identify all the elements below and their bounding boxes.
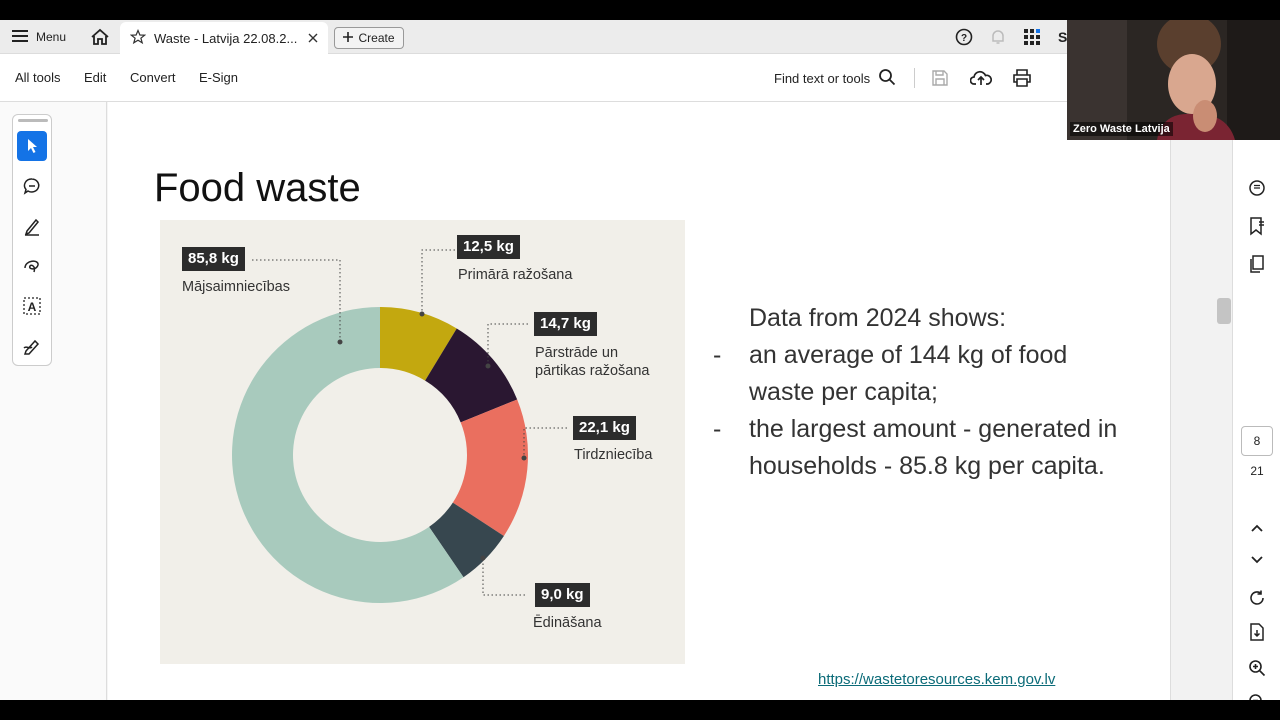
bullet-dash: - [713,341,722,369]
esign-menu[interactable]: E-Sign [199,70,238,85]
slide-body-text: Data from 2024 shows: - an average of 14… [713,300,1133,485]
hamburger-icon [12,29,28,46]
document-tab[interactable]: Waste - Latvija 22.08.2... [120,22,328,54]
source-link[interactable]: https://wastetoresources.kem.gov.lv [818,671,1055,688]
leader-line-catering [482,558,525,596]
quick-tools-panel: A [12,114,52,366]
bookmark-icon[interactable] [1245,214,1269,238]
scrollbar-thumb[interactable] [1217,298,1231,324]
slice-label-processing-line1: Pārstrāde un [535,345,619,361]
comment-panel-icon[interactable] [1245,176,1269,200]
bullet-text: an average of 144 kg of food waste per c… [749,341,1068,406]
bullet-item: - an average of 144 kg of food waste per… [713,337,1133,411]
leader-line-primary [421,249,455,314]
slice-value-households: 85,8 kg [182,247,245,271]
slide-title: Food waste [154,166,361,210]
leader-line-processing [487,323,528,366]
search-icon [878,68,896,89]
leader-line-retail [523,427,567,458]
slice-label-catering: Ēdināšana [533,615,602,631]
create-button[interactable]: Create [334,27,404,49]
apps-grid-icon[interactable] [1020,26,1044,48]
left-tool-rail: A [0,102,107,700]
select-cursor-icon[interactable] [17,131,47,161]
edit-menu[interactable]: Edit [84,70,106,85]
chevron-down-icon[interactable] [1245,548,1269,572]
leader-dot-retail [521,455,527,461]
slice-value-processing: 14,7 kg [534,312,597,336]
bullet-item: - the largest amount - generated in hous… [713,411,1133,485]
zoom-out-icon[interactable] [1245,690,1269,700]
current-page-input[interactable]: 8 [1241,426,1273,456]
document-page: Food waste 85,8 kg Mājsaimniecības 12,5 … [108,102,1170,700]
bullet-dash: - [713,415,722,443]
save-document-icon[interactable] [1245,620,1269,644]
bullet-text: the largest amount - generated in househ… [749,415,1118,480]
drag-handle[interactable] [18,119,48,122]
help-icon[interactable]: ? [952,26,976,48]
total-pages: 21 [1250,464,1264,478]
bell-icon[interactable] [986,26,1010,48]
svg-text:?: ? [961,33,967,44]
right-tool-rail: 8 21 [1232,102,1280,700]
participant-name: Zero Waste Latvija [1070,122,1173,136]
menu-label: Menu [36,30,67,44]
refresh-icon[interactable] [1245,586,1269,610]
svg-text:A: A [28,300,37,314]
toolbar-divider [914,68,915,88]
close-icon[interactable] [308,31,318,46]
highlight-pen-icon[interactable] [17,211,47,241]
video-call-thumbnail[interactable]: Zero Waste Latvija [1067,20,1280,140]
find-label: Find text or tools [774,71,871,86]
user-initial[interactable]: S [1058,29,1067,45]
zoom-in-icon[interactable] [1245,656,1269,680]
draw-freehand-icon[interactable] [17,251,47,281]
upload-cloud-icon[interactable] [969,66,993,90]
slice-label-retail: Tirdzniecība [574,447,653,463]
slice-value-primary: 12,5 kg [457,235,520,259]
slice-value-retail: 22,1 kg [573,416,636,440]
vertical-scrollbar[interactable] [1170,102,1232,700]
slice-label-processing-line2: pārtikas ražošana [535,363,650,379]
slice-label-processing: Pārstrāde un pārtikas ražošana [535,344,649,380]
leader-dot-catering [480,555,486,561]
leader-dot-households [337,339,343,345]
home-icon[interactable] [88,26,112,48]
print-icon[interactable] [1010,66,1034,90]
leader-dot-processing [485,363,491,369]
intro-line: Data from 2024 shows: [749,304,1007,332]
convert-menu[interactable]: Convert [130,70,176,85]
tab-title: Waste - Latvija 22.08.2... [154,30,298,46]
page-thumbnails-icon[interactable] [1245,252,1269,276]
plus-icon [343,31,354,45]
all-tools-menu[interactable]: All tools [15,70,61,85]
slice-label-households: Mājsaimniecības [182,279,290,295]
create-label: Create [358,31,395,45]
slice-label-primary: Primārā ražošana [458,267,573,283]
add-comment-icon[interactable] [17,171,47,201]
star-icon[interactable] [129,28,147,48]
sign-pen-icon[interactable] [17,331,47,361]
chevron-up-icon[interactable] [1245,516,1269,540]
text-box-icon[interactable]: A [17,291,47,321]
save-icon[interactable] [928,66,952,90]
find-text-button[interactable]: Find text or tools [774,68,896,89]
leader-dot-primary [419,311,425,317]
donut-chart-panel: 85,8 kg Mājsaimniecības 12,5 kg Primārā … [160,220,685,664]
slice-value-catering: 9,0 kg [535,583,590,607]
menu-button[interactable]: Menu [12,26,66,48]
top-right-icons: ? [952,26,1044,48]
